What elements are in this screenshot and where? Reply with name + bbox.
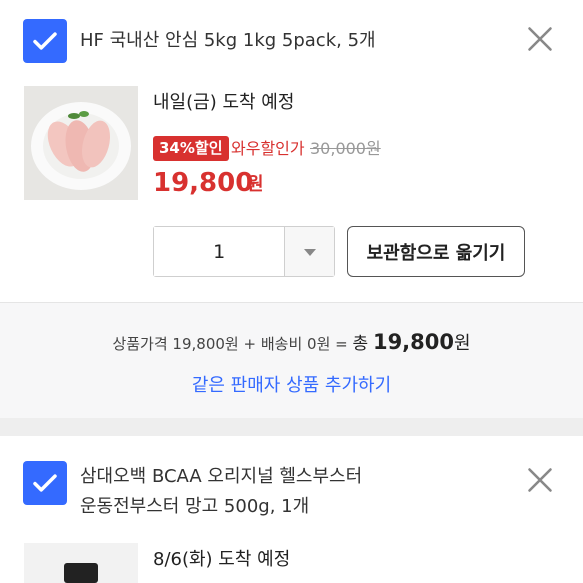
arrival-date: 8/6(화) 도착 예정	[153, 549, 291, 570]
chevron-down-icon	[303, 248, 316, 256]
add-same-seller-link[interactable]: 같은 판매자 상품 추가하기	[0, 371, 583, 401]
sale-price: 19,800	[153, 168, 254, 198]
total-price: 19,800	[372, 330, 454, 354]
product-price-label: 상품가격	[112, 335, 168, 353]
original-price: 30,000원	[310, 139, 381, 158]
equals-sign: =	[335, 335, 348, 353]
close-icon	[528, 27, 552, 51]
total-label: 총	[352, 334, 369, 354]
product-image	[24, 543, 138, 583]
order-summary: 상품가격 19,800원 + 배송비 0원 = 총 19,800원 같은 판매자…	[0, 302, 583, 418]
product-title[interactable]: HF 국내산 안심 5kg 1kg 5pack, 5개	[80, 26, 376, 56]
remove-item-button[interactable]	[523, 463, 557, 497]
quantity-dropdown-button[interactable]	[284, 227, 334, 276]
checkmark-icon	[33, 474, 57, 492]
discount-badge: 34%할인	[153, 136, 229, 161]
close-icon	[528, 468, 552, 492]
total-unit: 원	[454, 333, 471, 354]
price-breakdown: 상품가격 19,800원 + 배송비 0원 = 총 19,800원	[0, 325, 583, 361]
product-title-line: 운동전부스터 망고 500g, 1개	[80, 496, 310, 517]
price-unit: 원	[247, 174, 264, 195]
product-thumbnail[interactable]	[24, 86, 138, 200]
product-price-value: 19,800원	[172, 335, 239, 353]
product-title[interactable]: 삼대오백 BCAA 오리지널 헬스부스터 운동전부스터 망고 500g, 1개	[80, 462, 362, 522]
product-thumbnail[interactable]	[24, 543, 138, 583]
sale-label: 와우할인가	[231, 139, 305, 158]
quantity-value: 1	[154, 227, 285, 276]
shipping-label: 배송비	[260, 335, 303, 353]
remove-item-button[interactable]	[523, 22, 557, 56]
shipping-value: 0원	[307, 335, 331, 353]
quantity-select[interactable]: 1	[153, 226, 335, 277]
section-divider	[0, 418, 583, 436]
product-title-line: 삼대오백 BCAA 오리지널 헬스부스터	[80, 466, 363, 487]
product-image	[24, 86, 138, 200]
checkmark-icon	[33, 32, 57, 50]
item-checkbox[interactable]	[23, 461, 67, 505]
arrival-date: 내일(금) 도착 예정	[153, 92, 295, 113]
item-checkbox[interactable]	[23, 19, 67, 63]
plus-sign: +	[243, 335, 257, 353]
move-to-wishlist-button[interactable]: 보관함으로 옮기기	[347, 226, 525, 277]
